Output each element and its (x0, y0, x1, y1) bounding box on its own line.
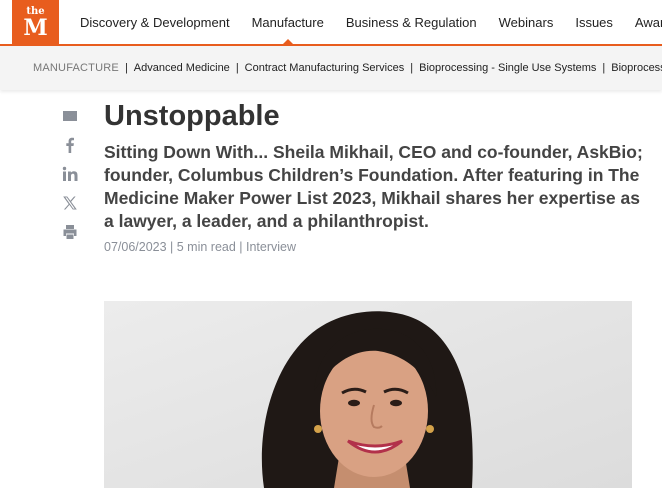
breadcrumb-item-contract-manufacturing[interactable]: Contract Manufacturing Services (245, 46, 405, 90)
nav-item-awards[interactable]: Awards (635, 0, 662, 44)
nav-item-issues[interactable]: Issues (575, 0, 613, 44)
nav-item-discovery[interactable]: Discovery & Development (80, 0, 230, 44)
breadcrumb-separator: | (235, 62, 239, 74)
breadcrumb-separator: | (410, 62, 414, 74)
article-title: Unstoppable (104, 100, 280, 132)
share-rail (60, 108, 80, 253)
breadcrumb-item-bioprocessing[interactable]: Bioprocessing (611, 46, 662, 90)
email-icon[interactable] (60, 108, 80, 128)
nav-item-business[interactable]: Business & Regulation (346, 0, 477, 44)
logo-line-2: M (23, 15, 48, 41)
portrait-photo (104, 301, 632, 488)
breadcrumb: MANUFACTURE | Advanced Medicine | Contra… (33, 46, 662, 90)
x-icon[interactable] (60, 195, 80, 215)
top-navigation: the M Discovery & Development Manufactur… (0, 0, 662, 46)
nav-item-webinars[interactable]: Webinars (499, 0, 554, 44)
nav-item-manufacture[interactable]: Manufacture (252, 0, 324, 45)
article-hero-image (104, 301, 632, 488)
site-logo[interactable]: the M (12, 0, 59, 44)
breadcrumb-separator: | (124, 62, 128, 74)
breadcrumb-section[interactable]: MANUFACTURE (33, 46, 119, 90)
breadcrumb-item-advanced-medicine[interactable]: Advanced Medicine (134, 46, 230, 90)
main-menu: Discovery & Development Manufacture Busi… (80, 0, 662, 45)
breadcrumb-bar: MANUFACTURE | Advanced Medicine | Contra… (0, 46, 662, 90)
breadcrumb-item-single-use[interactable]: Bioprocessing - Single Use Systems (419, 46, 596, 90)
article-subtitle: Sitting Down With... Sheila Mikhail, CEO… (104, 142, 643, 231)
facebook-icon[interactable] (60, 137, 80, 157)
breadcrumb-separator: | (602, 62, 606, 74)
linkedin-icon[interactable] (60, 166, 80, 186)
article-meta: 07/06/2023 | 5 min read | Interview (104, 240, 297, 254)
print-icon[interactable] (60, 224, 80, 244)
